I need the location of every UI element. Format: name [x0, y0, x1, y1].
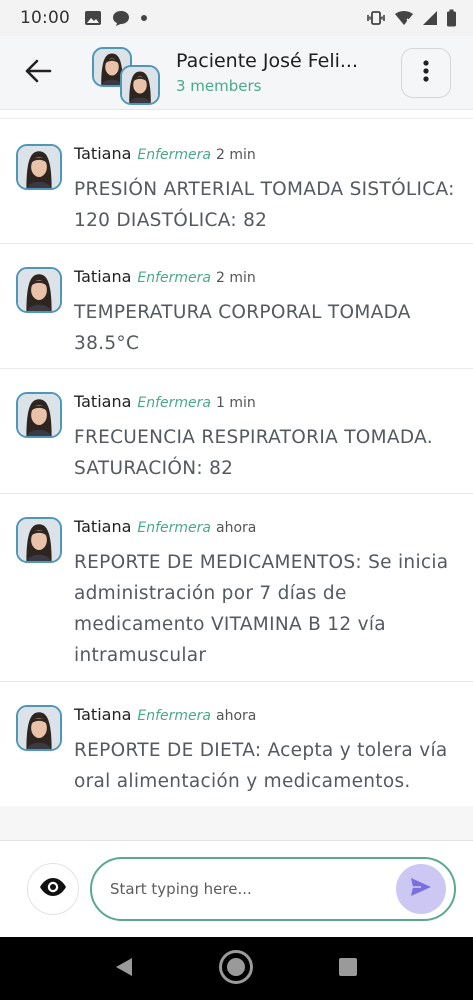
message-header: Tatiana Enfermera 1 min	[74, 392, 256, 411]
sender-name: Tatiana	[74, 705, 132, 724]
message-time: 1 min	[216, 395, 256, 411]
message-time: ahora	[216, 708, 257, 724]
message-text: TEMPERATURA CORPORAL TOMADA 38.5°C	[74, 302, 411, 354]
avatar	[16, 392, 62, 438]
eye-icon	[39, 877, 67, 901]
avatar	[16, 517, 62, 563]
wifi-icon	[394, 10, 414, 26]
nav-recents-button[interactable]	[318, 937, 378, 1000]
message-item[interactable]: Tatiana Enfermera 2 min PRESIÓN ARTERIAL…	[0, 122, 473, 244]
header-text[interactable]: Paciente José Feli... 3 members	[176, 50, 376, 95]
sender-role: Enfermera	[137, 270, 212, 286]
message-time: ahora	[216, 520, 257, 536]
chat-screen: 10:00 Paciente José Feli... 3 members Ta…	[0, 0, 473, 1000]
message-text: REPORTE DE DIETA: Acepta y tolera vía or…	[74, 740, 448, 792]
message-input[interactable]	[110, 880, 380, 898]
nav-back-button[interactable]	[94, 937, 154, 1000]
sender-name: Tatiana	[74, 392, 132, 411]
sender-name: Tatiana	[74, 144, 132, 163]
message-text: REPORTE DE MEDICAMENTOS: Se inicia admin…	[74, 552, 449, 666]
avatar	[16, 267, 62, 313]
list-bottom-spacer	[0, 806, 473, 840]
message-composer	[0, 840, 473, 937]
message-item[interactable]: Tatiana Enfermera 1 min FRECUENCIA RESPI…	[0, 370, 473, 494]
message-text: PRESIÓN ARTERIAL TOMADA SISTÓLICA: 120 D…	[74, 179, 455, 231]
nav-recents-icon	[338, 957, 358, 981]
system-nav-bar	[0, 937, 473, 1000]
signal-icon	[422, 10, 438, 26]
send-button[interactable]	[396, 864, 446, 914]
status-time: 10:00	[20, 8, 70, 28]
battery-icon	[446, 9, 457, 27]
avatar	[16, 144, 62, 190]
sender-role: Enfermera	[137, 520, 212, 536]
sender-name: Tatiana	[74, 267, 132, 286]
chat-title: Paciente José Feli...	[176, 50, 358, 72]
message-item[interactable]: Tatiana Enfermera ahora REPORTE DE MEDIC…	[0, 495, 473, 682]
status-bar: 10:00	[0, 0, 473, 36]
more-vert-icon	[423, 60, 429, 86]
message-item[interactable]: Tatiana Enfermera 2 min TEMPERATURA CORP…	[0, 245, 473, 369]
nav-home-button[interactable]	[206, 937, 266, 1000]
sender-role: Enfermera	[137, 395, 212, 411]
message-header: Tatiana Enfermera 2 min	[74, 267, 256, 286]
message-list[interactable]: Tatiana Enfermera 2 min PRESIÓN ARTERIAL…	[0, 118, 473, 807]
message-item[interactable]: Tatiana Enfermera ahora REPORTE DE DIETA…	[0, 683, 473, 807]
chat-header: Paciente José Feli... 3 members	[0, 36, 473, 110]
nav-home-icon	[218, 949, 254, 989]
message-icon	[112, 10, 130, 27]
message-input-container	[90, 857, 456, 921]
dot-icon	[140, 14, 148, 22]
sender-role: Enfermera	[137, 708, 212, 724]
message-header: Tatiana Enfermera 2 min	[74, 144, 256, 163]
message-header: Tatiana Enfermera ahora	[74, 705, 256, 724]
avatar	[16, 705, 62, 751]
back-arrow-icon	[24, 59, 52, 87]
more-options-button[interactable]	[401, 48, 451, 98]
avatar	[120, 64, 160, 105]
message-time: 2 min	[216, 147, 256, 163]
send-icon	[409, 876, 433, 902]
message-header: Tatiana Enfermera ahora	[74, 517, 256, 536]
sender-name: Tatiana	[74, 517, 132, 536]
group-avatars[interactable]	[90, 40, 166, 106]
visibility-toggle-button[interactable]	[27, 863, 79, 915]
image-icon	[84, 10, 102, 26]
vibrate-icon	[366, 10, 386, 26]
sender-role: Enfermera	[137, 147, 212, 163]
members-count: 3 members	[176, 77, 262, 95]
back-button[interactable]	[16, 51, 60, 95]
message-time: 2 min	[216, 270, 256, 286]
nav-back-icon	[114, 956, 134, 982]
message-text: FRECUENCIA RESPIRATORIA TOMADA. SATURACI…	[74, 427, 433, 479]
